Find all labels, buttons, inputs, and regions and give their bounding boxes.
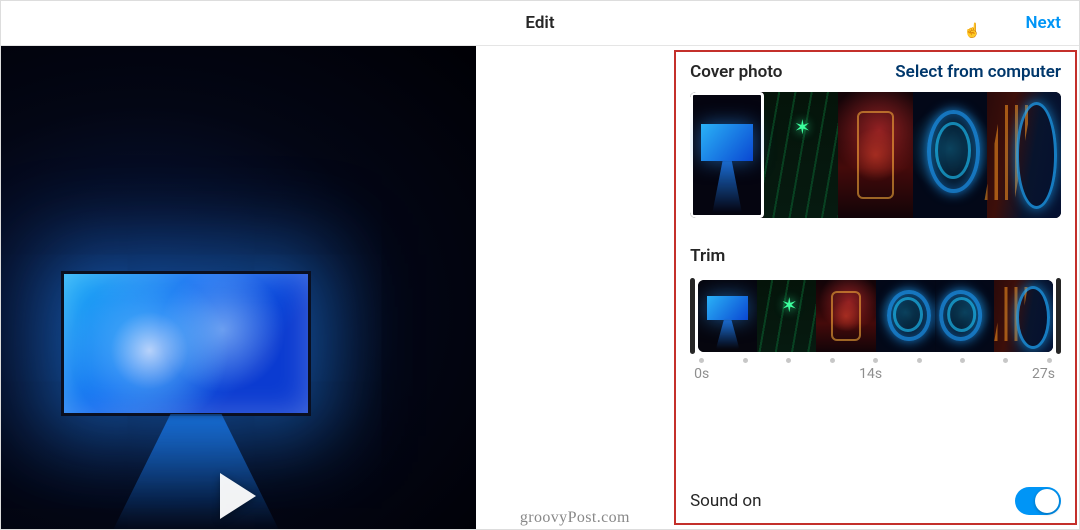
- cover-frame-selected[interactable]: [690, 92, 764, 218]
- toggle-knob: [1035, 489, 1059, 513]
- play-button[interactable]: [220, 473, 256, 519]
- dialog-header: Edit Next: [1, 1, 1079, 46]
- cover-frame[interactable]: [913, 92, 987, 218]
- trim-frame: [876, 280, 935, 352]
- trim-bar[interactable]: [690, 280, 1061, 352]
- trim-ticks: [699, 358, 1052, 363]
- cover-photo-label: Cover photo: [690, 62, 782, 82]
- trim-time-start: 0s: [694, 366, 709, 382]
- trim-time-mid: 14s: [859, 366, 882, 382]
- cover-frame[interactable]: [987, 92, 1061, 218]
- trim-frame: [698, 280, 757, 352]
- video-preview[interactable]: [1, 46, 476, 529]
- trim-time-end: 27s: [1032, 366, 1055, 382]
- trim-label: Trim: [690, 246, 725, 266]
- cover-photo-strip[interactable]: [690, 92, 1061, 218]
- sound-on-label: Sound on: [690, 491, 761, 511]
- trim-times: 0s 14s 27s: [694, 366, 1055, 382]
- trim-strip[interactable]: [698, 280, 1053, 352]
- stage-screen-graphic: [61, 271, 311, 416]
- cover-header: Cover photo Select from computer: [690, 62, 1061, 82]
- next-button[interactable]: Next: [1026, 13, 1062, 33]
- trim-frame: [757, 280, 816, 352]
- sound-row: Sound on: [690, 473, 1061, 515]
- sound-toggle[interactable]: [1015, 487, 1061, 515]
- dialog-body: groovyPost.com Cover photo Select from c…: [1, 46, 1079, 529]
- cover-frame[interactable]: [764, 92, 838, 218]
- trim-frame: [994, 280, 1053, 352]
- play-icon: [220, 473, 256, 519]
- spacer: groovyPost.com: [476, 46, 674, 529]
- page-title: Edit: [525, 13, 554, 33]
- trim-section: Trim 0s: [690, 246, 1061, 382]
- video-frame: [1, 46, 476, 529]
- trim-frame: [816, 280, 875, 352]
- trim-frame: [935, 280, 994, 352]
- edit-sidebar: Cover photo Select from computer ☝ Trim: [674, 50, 1077, 525]
- trim-handle-start[interactable]: [690, 278, 695, 354]
- cover-frame[interactable]: [838, 92, 912, 218]
- trim-handle-end[interactable]: [1056, 278, 1061, 354]
- edit-dialog: Edit Next groovyPost.com Cover photo Sel…: [0, 0, 1080, 530]
- watermark-text: groovyPost.com: [520, 509, 630, 527]
- select-from-computer-link[interactable]: Select from computer: [895, 62, 1061, 82]
